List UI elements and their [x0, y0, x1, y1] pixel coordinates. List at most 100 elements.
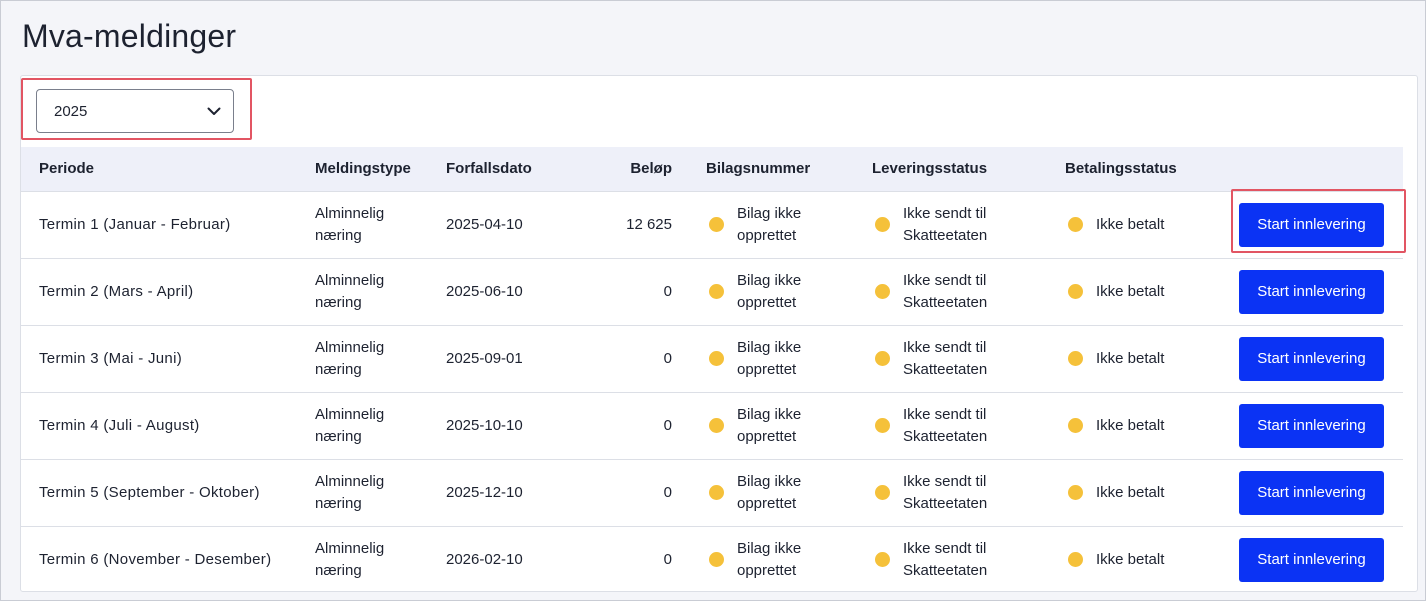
cell-periode: Termin 6 (November - Desember) — [21, 526, 297, 593]
meldingstype-line-2: næring — [315, 360, 362, 378]
cell-betalingsstatus: Ikke betalt — [1047, 191, 1215, 258]
cell-periode: Termin 4 (Juli - August) — [21, 392, 297, 459]
year-select-value: 2025 — [54, 102, 88, 120]
levering-line-1: Ikke sendt til — [903, 338, 987, 356]
header-betalingsstatus[interactable]: Betalingsstatus — [1047, 147, 1215, 192]
cell-bilagsnummer: Bilag ikke opprettet — [688, 459, 854, 526]
periode-text: Termin 4 (Juli - August) — [39, 416, 200, 434]
header-belop[interactable]: Beløp — [562, 147, 688, 192]
status-dot-icon — [1068, 552, 1083, 568]
table-row: Termin 1 (Januar - Februar) Alminnelig n… — [21, 191, 1403, 258]
levering-line-2: Skatteetaten — [903, 427, 988, 445]
cell-belop: 12 625 — [626, 215, 672, 233]
meldingstype-line-2: næring — [315, 561, 362, 579]
meldingstype-line-2: næring — [315, 293, 362, 311]
status-dot-icon — [709, 485, 724, 500]
betaling-text: Ikke betalt — [1096, 416, 1165, 434]
cell-leveringsstatus: Ikke sendt til Skatteetaten — [854, 526, 1047, 593]
start-innlevering-button[interactable]: Start innlevering — [1239, 537, 1384, 582]
cell-betalingsstatus: Ikke betalt — [1047, 258, 1215, 325]
cell-leveringsstatus: Ikke sendt til Skatteetaten — [854, 258, 1047, 325]
header-meldingstype[interactable]: Meldingstype — [297, 147, 428, 192]
meldingstype-line-1: Alminnelig — [315, 338, 385, 356]
betaling-text: Ikke betalt — [1096, 282, 1165, 300]
meldingstype-line-1: Alminnelig — [315, 271, 385, 289]
start-innlevering-button[interactable]: Start innlevering — [1239, 470, 1384, 515]
cell-forfallsdato: 2025-10-10 — [446, 416, 523, 434]
vat-returns-table: Periode Meldingstype Forfallsdato Beløp … — [21, 147, 1403, 593]
cell-periode: Termin 5 (September - Oktober) — [21, 459, 297, 526]
cell-forfallsdato: 2025-09-01 — [446, 349, 523, 367]
start-button-highlight — [1231, 189, 1406, 253]
meldingstype-line-2: næring — [315, 226, 362, 244]
cell-meldingstype: Alminnelig næring — [297, 191, 428, 258]
status-dot-icon — [709, 418, 724, 433]
table-row: Termin 6 (November - Desember) Alminneli… — [21, 526, 1403, 593]
status-dot-icon — [875, 351, 890, 366]
cell-action: Start innlevering — [1215, 392, 1403, 459]
cell-bilagsnummer: Bilag ikke opprettet — [688, 526, 854, 593]
levering-line-1: Ikke sendt til — [903, 405, 987, 423]
cell-forfallsdato: 2025-04-10 — [446, 215, 523, 233]
cell-betalingsstatus: Ikke betalt — [1047, 325, 1215, 392]
betaling-text: Ikke betalt — [1096, 349, 1165, 367]
cell-betalingsstatus: Ikke betalt — [1047, 459, 1215, 526]
periode-text: Termin 3 (Mai - Juni) — [39, 349, 182, 367]
status-dot-icon — [1068, 217, 1083, 232]
year-select[interactable]: 2025 — [36, 89, 234, 133]
table-body: Termin 1 (Januar - Februar) Alminnelig n… — [21, 191, 1403, 593]
cell-belop: 0 — [663, 416, 672, 434]
status-dot-icon — [709, 217, 724, 232]
status-dot-icon — [875, 284, 890, 299]
cell-action: Start innlevering — [1215, 459, 1403, 526]
cell-bilagsnummer: Bilag ikke opprettet — [688, 325, 854, 392]
cell-action: Start innlevering — [1215, 325, 1403, 392]
header-forfallsdato[interactable]: Forfallsdato — [428, 147, 562, 192]
meldingstype-line-1: Alminnelig — [315, 405, 385, 423]
cell-periode: Termin 1 (Januar - Februar) — [21, 191, 297, 258]
meldingstype-line-2: næring — [315, 427, 362, 445]
status-dot-icon — [875, 217, 890, 232]
cell-action: Start innlevering — [1215, 258, 1403, 325]
table-row: Termin 2 (Mars - April) Alminnelig nærin… — [21, 258, 1403, 325]
bilag-line-2: opprettet — [737, 561, 797, 579]
cell-belop: 0 — [663, 349, 672, 367]
bilag-line-1: Bilag ikke — [737, 204, 802, 222]
cell-betalingsstatus: Ikke betalt — [1047, 526, 1215, 593]
header-action — [1215, 147, 1403, 192]
bilag-line-2: opprettet — [737, 226, 797, 244]
table-row: Termin 3 (Mai - Juni) Alminnelig næring … — [21, 325, 1403, 392]
page-title: Mva-meldinger — [22, 18, 237, 54]
periode-text: Termin 6 (November - Desember) — [39, 550, 272, 568]
cell-betalingsstatus: Ikke betalt — [1047, 392, 1215, 459]
bilag-line-2: opprettet — [737, 494, 797, 512]
header-bilagsnummer[interactable]: Bilagsnummer — [688, 147, 854, 192]
periode-text: Termin 5 (September - Oktober) — [39, 483, 260, 501]
table-header-row: Periode Meldingstype Forfallsdato Beløp … — [21, 147, 1403, 192]
header-periode[interactable]: Periode — [21, 147, 297, 192]
cell-forfallsdato: 2026-02-10 — [446, 550, 523, 568]
meldingstype-line-1: Alminnelig — [315, 472, 385, 490]
start-innlevering-button[interactable]: Start innlevering — [1239, 336, 1384, 381]
levering-line-2: Skatteetaten — [903, 226, 988, 244]
cell-periode: Termin 3 (Mai - Juni) — [21, 325, 297, 392]
bilag-line-1: Bilag ikke — [737, 405, 802, 423]
levering-line-1: Ikke sendt til — [903, 472, 987, 490]
header-leveringsstatus[interactable]: Leveringsstatus — [854, 147, 1047, 192]
cell-belop: 0 — [663, 282, 672, 300]
levering-line-1: Ikke sendt til — [903, 539, 987, 557]
status-dot-icon — [709, 284, 724, 299]
cell-meldingstype: Alminnelig næring — [297, 392, 428, 459]
cell-periode: Termin 2 (Mars - April) — [21, 258, 297, 325]
status-dot-icon — [1068, 284, 1083, 299]
start-innlevering-button[interactable]: Start innlevering — [1239, 403, 1384, 448]
cell-belop: 0 — [663, 550, 672, 568]
levering-line-2: Skatteetaten — [903, 494, 988, 512]
status-dot-icon — [875, 418, 890, 433]
bilag-line-1: Bilag ikke — [737, 338, 802, 356]
start-innlevering-button[interactable]: Start innlevering — [1239, 269, 1384, 314]
status-dot-icon — [1068, 485, 1083, 500]
status-dot-icon — [875, 552, 890, 568]
cell-meldingstype: Alminnelig næring — [297, 258, 428, 325]
bilag-line-1: Bilag ikke — [737, 472, 802, 490]
